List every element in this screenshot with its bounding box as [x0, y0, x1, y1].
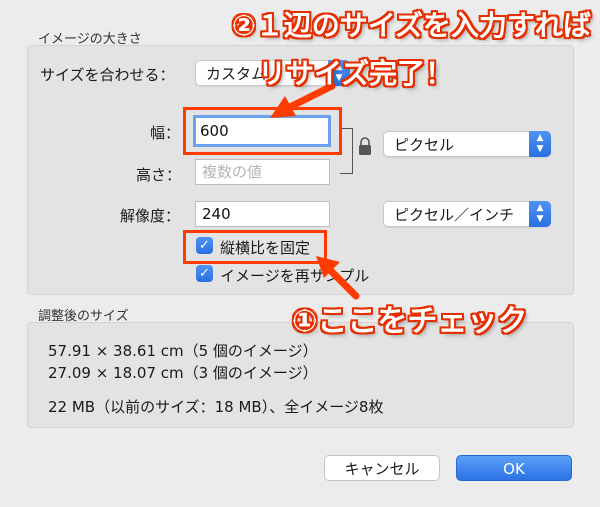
step2-annotation-line1: ②１辺のサイズを入力すれば — [232, 9, 591, 42]
step2-annotation-line2: リサイズ完了！ — [258, 57, 454, 90]
step1-annotation: ①ここをチェック — [292, 304, 528, 339]
